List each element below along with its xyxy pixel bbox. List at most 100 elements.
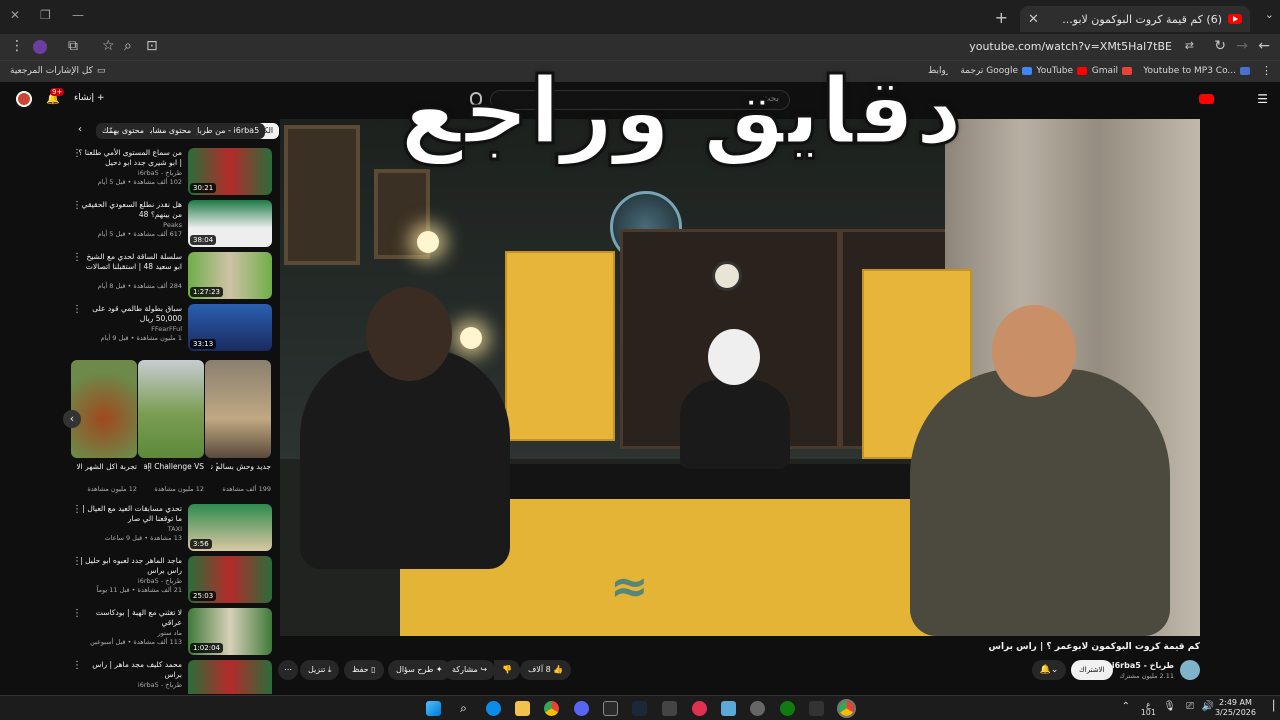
install-icon[interactable]: ⊡ <box>146 38 158 54</box>
channel-avatar[interactable] <box>1180 660 1200 680</box>
back-icon[interactable]: ← <box>1258 38 1270 54</box>
rec-title: محمد كليف مجد ماهر | راس براس <box>92 660 182 679</box>
epic-games-icon[interactable] <box>603 701 618 716</box>
youtube-logo-icon[interactable] <box>1199 94 1214 104</box>
new-tab-button[interactable]: + <box>995 8 1008 27</box>
video-thumbnail[interactable]: 1:02:04 <box>188 608 272 655</box>
tab-close-icon[interactable]: ✕ <box>1028 12 1039 27</box>
like-button[interactable]: 👍 8 آلاف <box>520 660 572 680</box>
more-options-icon[interactable]: ⋮ <box>72 556 82 567</box>
chip-from-channel[interactable]: من طرباخ - i6rba5 <box>186 123 266 139</box>
forward-icon[interactable]: → <box>1236 38 1248 54</box>
edge-icon[interactable] <box>486 701 501 716</box>
chrome-icon[interactable] <box>544 701 559 716</box>
close-window-icon[interactable]: ✕ <box>10 8 20 22</box>
download-button[interactable]: ⤓ تنزيل <box>300 660 340 680</box>
notification-center-icon[interactable]: ▕ <box>1266 701 1274 712</box>
app-icon[interactable] <box>809 701 824 716</box>
profile-avatar[interactable] <box>33 40 47 54</box>
short-item[interactable]: تجربة اكل الشهر الاول 12 مليون مشاهدة <box>71 360 137 493</box>
video-thumbnail[interactable]: 30:21 <box>188 148 272 195</box>
media-player-icon[interactable] <box>692 701 707 716</box>
volume-icon[interactable]: 🔊 <box>1202 701 1214 712</box>
more-options-icon[interactable]: ⋮ <box>72 252 82 263</box>
reload-icon[interactable]: ↻ <box>1214 38 1226 54</box>
bookmark-translate[interactable]: ترجمة Google <box>960 66 1032 76</box>
bookmark-mp3[interactable]: Youtube to MP3 Co... <box>1143 66 1250 76</box>
chip-scroll-left-icon[interactable]: ‹ <box>78 124 82 135</box>
save-button[interactable]: ▯ حفظ <box>344 660 384 680</box>
more-options-icon[interactable]: ⋮ <box>212 462 222 473</box>
more-options-icon[interactable]: ⋮ <box>72 504 82 515</box>
more-options-icon[interactable]: ⋮ <box>72 148 82 159</box>
minimize-window-icon[interactable]: — <box>72 8 84 22</box>
bookmark-gmail[interactable]: Gmail <box>1092 66 1132 76</box>
dislike-button[interactable]: 👎 <box>494 660 520 680</box>
notification-bell-button[interactable]: 🔔⌄ <box>1032 660 1066 680</box>
list-item[interactable]: 33:13 سباق بطولة طالمي قود على 50,000 ري… <box>72 304 272 352</box>
more-bookmarks-icon[interactable]: ⋮ <box>1261 64 1272 77</box>
xbox-icon[interactable] <box>780 701 795 716</box>
subscribe-button[interactable]: الاشتراك <box>1071 660 1113 680</box>
short-thumbnail[interactable] <box>138 360 204 458</box>
file-explorer-icon[interactable] <box>515 701 530 716</box>
restore-window-icon[interactable]: ❐ <box>40 8 51 22</box>
discord-icon[interactable] <box>574 701 589 716</box>
hamburger-menu-icon[interactable]: ☰ <box>1257 92 1268 106</box>
short-thumbnail[interactable] <box>71 360 137 458</box>
video-thumbnail[interactable]: 25:03 <box>188 556 272 603</box>
tab-search-icon[interactable]: ⌄ <box>1265 8 1274 21</box>
list-item[interactable]: 1:02:04 لا تغثني مع الهبة | بودكاست عراق… <box>72 608 272 656</box>
list-item[interactable]: 30:21 من سماع المستوى الأمي طلعنا ؟ | اب… <box>72 148 272 196</box>
search-icon[interactable]: ⌕ <box>456 701 471 716</box>
keyboard-language[interactable]: ع 101 <box>1141 701 1156 717</box>
bookmark-label: ترجمة Google <box>960 66 1018 76</box>
video-thumbnail[interactable]: 33:13 <box>188 304 272 351</box>
share-button[interactable]: ↪ مشاركة <box>444 660 496 680</box>
channel-name[interactable]: طرباخ - i6rba5 <box>1112 661 1174 670</box>
account-avatar[interactable] <box>16 91 32 107</box>
chip-for-you[interactable]: محتوى يهمّك <box>96 123 151 139</box>
more-options-icon[interactable]: ⋮ <box>72 608 82 619</box>
list-item[interactable]: محمد كليف مجد ماهر | راس براس طرباخ - i6… <box>72 660 272 694</box>
list-item[interactable]: 3:56 تحدي مسابقات العيد مع العيال | ما ت… <box>72 504 272 552</box>
site-info-icon[interactable]: ⇄ <box>1185 39 1194 52</box>
video-thumbnail[interactable] <box>188 660 272 694</box>
ask-button[interactable]: ✦ طرح سؤال <box>388 660 451 680</box>
more-options-icon[interactable]: ⋮ <box>72 660 82 671</box>
bm-app-icon[interactable] <box>662 701 677 716</box>
system-clock[interactable]: 2:49 AM 3/25/2026 <box>1215 698 1256 718</box>
steam-icon[interactable] <box>632 701 647 716</box>
more-options-icon[interactable]: ⋮ <box>144 462 154 473</box>
video-thumbnail[interactable]: 38:04 <box>188 200 272 247</box>
video-thumbnail[interactable]: 1:27:23 <box>188 252 272 299</box>
more-options-icon[interactable]: ⋮ <box>72 200 82 211</box>
active-tab[interactable]: (6) كم قيمة كروت البوكمون لابو... ✕ <box>1020 6 1250 32</box>
video-player[interactable]: ≈ <box>280 119 1200 636</box>
list-item[interactable]: 1:27:23 سلسلة الساقة لحدي مع الشيخ ابو س… <box>72 252 272 300</box>
all-bookmarks-folder[interactable]: كل الإشارات المرجعية ▭ <box>10 66 105 76</box>
address-bar[interactable]: youtube.com/watch?v=XMt5Hal7tBE ⇄ <box>270 36 1200 58</box>
chrome-active-icon[interactable] <box>837 699 856 718</box>
tray-chevron-icon[interactable]: ⌃ <box>1122 701 1130 712</box>
short-thumbnail[interactable] <box>205 360 271 458</box>
guest-center <box>680 379 790 469</box>
mic-icon[interactable]: 🎙 <box>1163 701 1176 712</box>
extensions-icon[interactable]: ⧉ <box>68 38 78 54</box>
telegram-icon[interactable] <box>721 701 736 716</box>
video-title: كم قيمة كروت البوكمون لابوعمر ؟ | راس بر… <box>988 642 1200 652</box>
start-icon[interactable] <box>426 701 441 716</box>
create-button[interactable]: إنشاء + <box>74 93 105 103</box>
more-options-icon[interactable]: ⋮ <box>72 304 82 315</box>
settings-icon[interactable] <box>750 701 765 716</box>
list-item[interactable]: 38:04 هل نقدر نطلع السعودي الحقيقي من بي… <box>72 200 272 248</box>
zoom-icon[interactable]: ⌕ <box>124 38 132 54</box>
bookmark-youtube[interactable]: YouTube <box>1036 66 1087 76</box>
display-icon[interactable]: ⎚ <box>1186 701 1194 712</box>
shorts-scroll-left-icon[interactable]: ‹ <box>63 410 81 428</box>
more-actions-button[interactable]: ⋯ <box>278 660 298 680</box>
list-item[interactable]: 25:03 ماجد الماهر جدد لعبوه ابو حليل | ر… <box>72 556 272 604</box>
bookmark-star-icon[interactable]: ☆ <box>102 38 115 54</box>
video-thumbnail[interactable]: 3:56 <box>188 504 272 551</box>
menu-icon[interactable]: ⋮ <box>10 38 24 54</box>
